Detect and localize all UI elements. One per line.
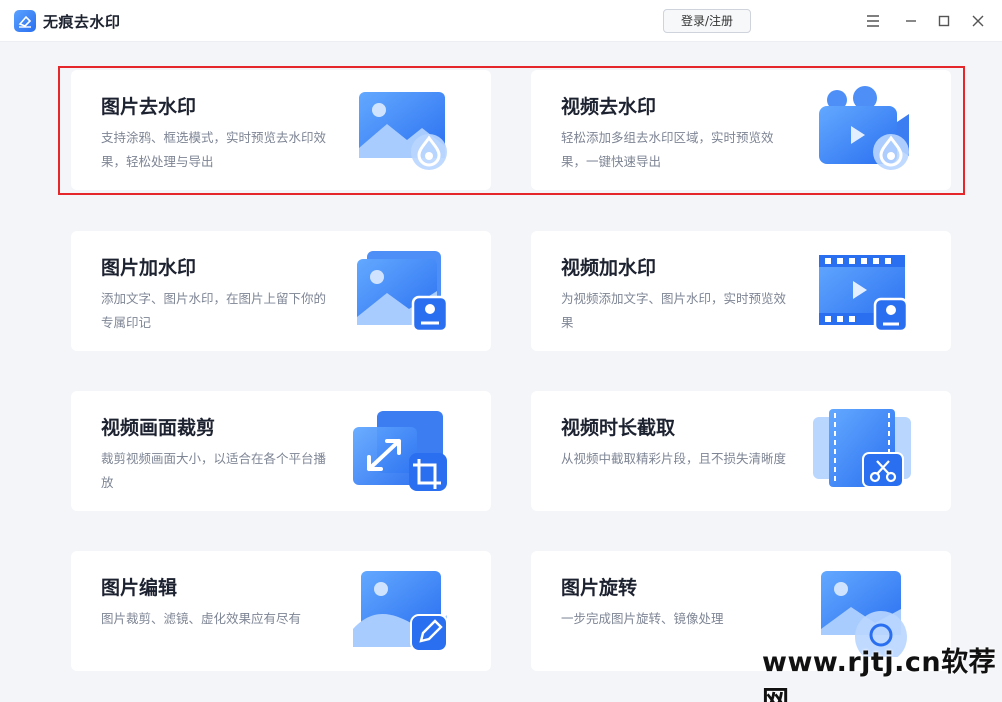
eraser-icon: [14, 10, 36, 32]
image-add-watermark-icon: [347, 247, 457, 337]
card-title: 图片编辑: [101, 577, 178, 599]
card-video-remove-watermark[interactable]: 视频去水印 轻松添加多组去水印区域，实时预览效果，一键快速导出: [531, 70, 951, 190]
card-video-trim[interactable]: 视频时长截取 从视频中截取精彩片段，且不损失清晰度: [531, 391, 951, 511]
card-description: 添加文字、图片水印，在图片上留下你的专属印记: [101, 291, 327, 330]
card-description: 从视频中截取精彩片段，且不损失清晰度: [561, 451, 787, 466]
video-crop-icon: [347, 407, 457, 497]
card-video-add-watermark[interactable]: 视频加水印 为视频添加文字、图片水印，实时预览效果: [531, 231, 951, 351]
image-remove-watermark-icon: [347, 86, 457, 176]
card-title: 视频画面裁剪: [101, 417, 216, 439]
close-icon[interactable]: [968, 11, 988, 31]
menu-icon[interactable]: [863, 11, 883, 31]
card-description: 图片裁剪、滤镜、虚化效果应有尽有: [101, 611, 302, 626]
maximize-icon[interactable]: [934, 11, 954, 31]
card-title: 图片加水印: [101, 257, 197, 279]
minimize-icon[interactable]: [901, 11, 921, 31]
card-image-edit[interactable]: 图片编辑 图片裁剪、滤镜、虚化效果应有尽有: [71, 551, 491, 671]
card-title: 视频去水印: [561, 96, 657, 118]
card-description: 轻松添加多组去水印区域，实时预览效果，一键快速导出: [561, 130, 774, 169]
video-add-watermark-icon: [807, 247, 917, 337]
card-description: 裁剪视频画面大小，以适合在各个平台播放: [101, 451, 327, 490]
video-remove-watermark-icon: [807, 86, 917, 176]
card-title: 视频加水印: [561, 257, 657, 279]
login-button[interactable]: 登录/注册: [663, 9, 751, 33]
app-title: 无痕去水印: [43, 13, 121, 31]
card-title: 视频时长截取: [561, 417, 676, 439]
card-title: 图片去水印: [101, 96, 197, 118]
card-video-crop[interactable]: 视频画面裁剪 裁剪视频画面大小，以适合在各个平台播放: [71, 391, 491, 511]
card-title: 图片旋转: [561, 577, 638, 599]
card-description: 支持涂鸦、框选模式，实时预览去水印效果，轻松处理与导出: [101, 130, 327, 169]
card-image-add-watermark[interactable]: 图片加水印 添加文字、图片水印，在图片上留下你的专属印记: [71, 231, 491, 351]
card-image-remove-watermark[interactable]: 图片去水印 支持涂鸦、框选模式，实时预览去水印效果，轻松处理与导出: [71, 70, 491, 190]
video-trim-icon: [807, 407, 917, 497]
image-edit-icon: [347, 567, 457, 657]
card-description: 为视频添加文字、图片水印，实时预览效果: [561, 291, 787, 330]
site-watermark-text: www.rjtj.cn软荐网: [762, 647, 997, 702]
title-bar: 无痕去水印 登录/注册: [0, 0, 1002, 42]
card-description: 一步完成图片旋转、镜像处理: [561, 611, 724, 626]
